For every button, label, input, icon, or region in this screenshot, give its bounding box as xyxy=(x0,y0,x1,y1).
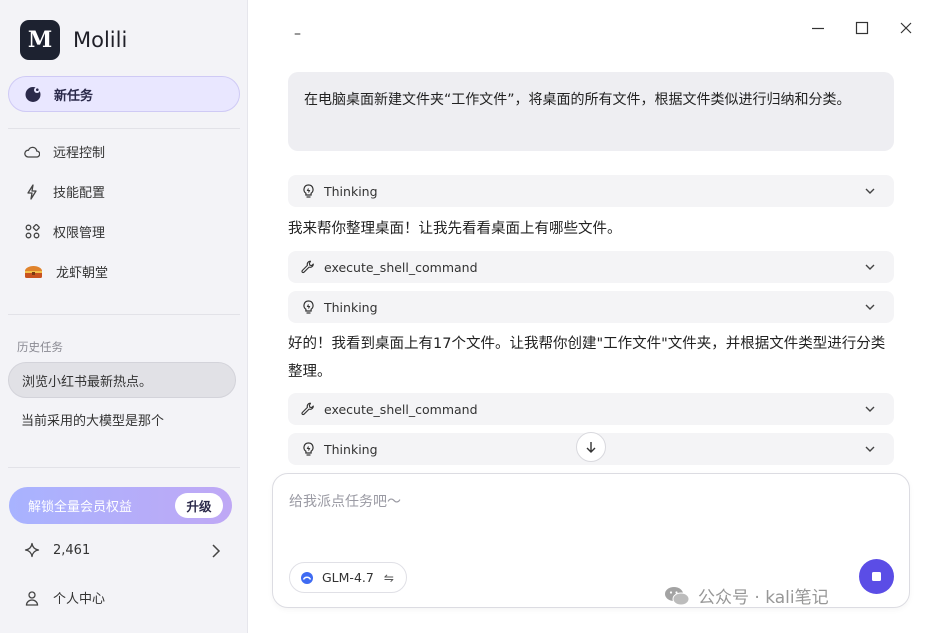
close-icon xyxy=(900,22,912,34)
model-selector[interactable]: GLM-4.7 ⇋ xyxy=(289,562,407,593)
chat-area: – 在电脑桌面新建文件夹“工作文件”，将桌面的所有文件，根据文件类似进行归纳和分… xyxy=(248,0,934,633)
lightning-icon xyxy=(24,183,40,200)
block-label: Thinking xyxy=(324,183,378,199)
assistant-message: 我来帮你整理桌面！让我先看看桌面上有哪些文件。 xyxy=(288,221,622,237)
minimize-button[interactable] xyxy=(806,16,830,40)
user-message: 在电脑桌面新建文件夹“工作文件”，将桌面的所有文件，根据文件类似进行归纳和分类。 xyxy=(288,72,894,151)
app-logo: M xyxy=(20,20,60,60)
assistant-message: 好的！我看到桌面上有17个文件。让我帮你创建"工作文件"文件夹，并根据文件类型进… xyxy=(288,336,886,380)
sidebar-item-label: 龙虾朝堂 xyxy=(56,266,109,281)
history-item-label: 浏览小红书最新热点。 xyxy=(22,374,153,390)
thinking-block[interactable]: Thinking xyxy=(288,175,894,207)
bulb-icon xyxy=(301,184,315,198)
sidebar-item-remote-control[interactable]: 远程控制 xyxy=(24,142,105,161)
message-input[interactable]: 给我派点任务吧～ xyxy=(289,491,401,511)
close-button[interactable] xyxy=(894,16,918,40)
divider xyxy=(8,314,240,315)
chevron-down-icon xyxy=(865,406,875,412)
maximize-icon xyxy=(855,21,869,35)
wrench-icon xyxy=(301,260,315,274)
divider xyxy=(8,128,240,129)
history-item[interactable]: 浏览小红书最新热点。 xyxy=(8,362,236,398)
maximize-button[interactable] xyxy=(850,16,874,40)
model-name: GLM-4.7 xyxy=(322,570,374,585)
swap-icon: ⇋ xyxy=(383,570,394,585)
watermark-text: 公众号 · kali笔记 xyxy=(698,588,829,608)
history-section-title: 历史任务 xyxy=(17,340,63,354)
new-task-icon xyxy=(25,87,41,102)
history-item[interactable]: 当前采用的大模型是那个 xyxy=(8,401,236,437)
chevron-down-icon xyxy=(865,446,875,452)
minimize-icon xyxy=(812,27,824,30)
new-task-button[interactable]: 新任务 xyxy=(8,76,240,112)
block-label: Thinking xyxy=(324,441,378,457)
sidebar-item-lobster-court[interactable]: 龙虾朝堂 xyxy=(24,262,108,281)
wrench-icon xyxy=(301,402,315,416)
bulb-icon xyxy=(301,300,315,314)
top-dash: – xyxy=(294,26,301,42)
sidebar-item-label: 远程控制 xyxy=(53,146,106,161)
history-item-label: 当前采用的大模型是那个 xyxy=(21,413,165,429)
stop-button[interactable] xyxy=(859,559,894,594)
watermark: 公众号 · kali笔记 xyxy=(664,583,829,608)
chevron-down-icon xyxy=(865,304,875,310)
app-window: M Molili 新任务 远程控制 技能配置 权限管理 龙虾朝堂 历史任务 浏览… xyxy=(0,0,934,633)
block-label: Thinking xyxy=(324,299,378,315)
model-logo-icon xyxy=(301,571,313,584)
chevron-down-icon xyxy=(865,188,875,194)
upgrade-button[interactable]: 升级 xyxy=(175,493,223,518)
profile-link[interactable]: 个人中心 xyxy=(24,588,105,607)
sparkle-icon xyxy=(24,542,40,558)
sidebar-item-skills[interactable]: 技能配置 xyxy=(24,182,105,201)
arrow-down-icon xyxy=(586,442,596,453)
user-icon xyxy=(24,590,40,606)
wechat-icon xyxy=(665,586,690,605)
thinking-block[interactable]: Thinking xyxy=(288,291,894,323)
membership-banner[interactable]: 解锁全量会员权益 升级 xyxy=(9,487,232,524)
profile-label: 个人中心 xyxy=(53,592,106,607)
bulb-icon xyxy=(301,442,315,456)
tool-call-block[interactable]: execute_shell_command xyxy=(288,251,894,283)
tool-call-block[interactable]: execute_shell_command xyxy=(288,393,894,425)
new-task-label: 新任务 xyxy=(54,88,94,104)
membership-text: 解锁全量会员权益 xyxy=(28,500,133,515)
apps-grid-icon xyxy=(24,224,40,240)
sidebar-item-label: 权限管理 xyxy=(53,226,106,241)
stop-icon xyxy=(872,572,881,581)
sidebar: M Molili 新任务 远程控制 技能配置 权限管理 龙虾朝堂 历史任务 浏览… xyxy=(0,0,248,633)
block-label: execute_shell_command xyxy=(324,401,478,417)
divider xyxy=(8,467,240,468)
treasure-chest-icon xyxy=(24,264,43,280)
credits-row[interactable]: 2,461 xyxy=(24,542,224,558)
credits-value: 2,461 xyxy=(53,542,91,558)
block-label: execute_shell_command xyxy=(324,259,478,275)
sidebar-item-permissions[interactable]: 权限管理 xyxy=(24,222,105,241)
chevron-down-icon xyxy=(865,264,875,270)
cloud-icon xyxy=(24,144,40,160)
scroll-to-bottom-button[interactable] xyxy=(576,432,606,462)
chevron-right-icon xyxy=(212,544,221,558)
sidebar-item-label: 技能配置 xyxy=(53,186,106,201)
brand: M Molili xyxy=(20,20,127,60)
app-name: Molili xyxy=(73,28,128,52)
